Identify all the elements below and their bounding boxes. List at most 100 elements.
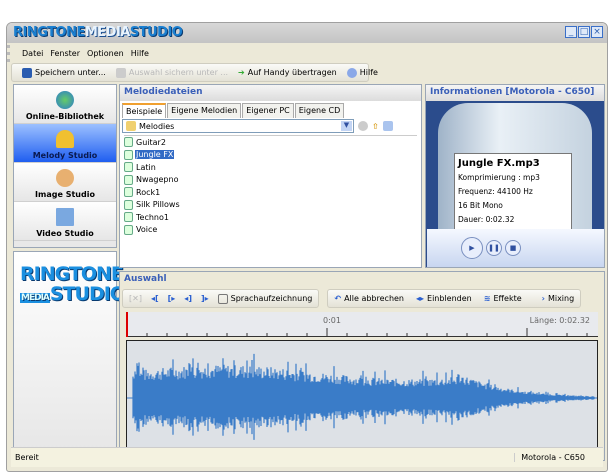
file-item[interactable]: Guitar2 [124,136,417,149]
mixing-button[interactable]: › Mixing [542,294,575,303]
globe-icon [56,91,74,109]
mixing-icon: › [541,294,545,303]
time-ruler[interactable]: 0:01 Länge: 0:02.32 [126,312,598,337]
floppy-icon [22,67,32,78]
nav-label: Online-Bibliothek [25,112,105,121]
status-device: Motorola - C650 [514,453,599,462]
mixing-label: Mixing [547,294,575,303]
film-icon [56,208,74,226]
tab-eigene-cd[interactable]: Eigene CD [294,103,345,118]
maximize-button[interactable]: □ [578,26,590,38]
waveform-view[interactable] [126,340,598,456]
mark-start-left-icon[interactable]: ◂[ [151,294,159,303]
compression: Komprimierung : mp3 [458,173,540,182]
audio-file-icon [124,162,133,173]
audio-file-icon [124,212,133,223]
studio-nav: Online-Bibliothek Melody Studio Image St… [13,84,117,248]
chevron-down-icon[interactable]: ▼ [341,121,352,131]
fade-icon: ◂▸ [416,294,425,303]
file-item[interactable]: Voice [124,224,417,237]
arrow-right-icon: ➔ [238,68,245,77]
waveform [127,353,597,440]
file-item[interactable]: Rock1 [124,186,417,199]
ruler-mark-label: 0:01 [323,316,341,325]
effects-icon: ≋ [483,294,491,303]
mark-start-right-icon[interactable]: [▸ [168,294,176,303]
nav-video-studio[interactable]: Video Studio [14,202,116,241]
nav-melody-studio[interactable]: Melody Studio [14,124,116,163]
file-item[interactable]: Silk Pillows [124,199,417,212]
effects-toolbar: ↶ Alle abbrechen ◂▸ Einblenden ≋ Effekte › M… [327,289,582,308]
nav-online-bibliothek[interactable]: Online-Bibliothek [14,85,116,124]
folder-up-icon[interactable]: ⇧ [372,122,379,131]
help-button[interactable]: Hilfe [346,67,378,78]
transfer-label: Auf Handy übertragen [247,68,337,77]
nav-image-studio[interactable]: Image Studio [14,163,116,202]
file-name: Guitar2 [136,137,166,147]
effects-button[interactable]: ≋ Effekte [484,294,522,303]
menu-bar: Datei Fenster Optionen Hilfe [7,45,607,62]
selection-panel: Auswahl [✕] ◂[ [▸ ◂] ]▸ Sprachaufzeichnu… [119,271,605,461]
melody-files-panel: Melodiedateien Beispiele Eigene Melodien… [119,84,422,268]
info-panel: Informationen [Motorola - C650] Jungle F… [425,84,605,268]
duration: Dauer: 0:02.32 [458,215,515,224]
title-bar[interactable]: RINGTONEMEDIASTUDIO _ □ × [7,23,607,43]
status-text: Bereit [15,453,39,462]
save-selection-label: Auswahl sichern unter ... [128,68,229,77]
folder-name: Melodies [139,121,175,131]
brand-logo: RINGTONE MEDIASTUDIO [20,263,126,305]
panel-title: Informationen [Motorola - C650] [426,85,604,101]
panel-title: Auswahl [124,274,167,284]
cancel-all-label: Alle abbrechen [344,294,404,303]
length-label: Länge: 0:02.32 [529,316,590,325]
tab-eigener-pc[interactable]: Eigener PC [242,103,294,118]
audio-file-icon [124,187,133,198]
transfer-to-phone-button[interactable]: ➔ Auf Handy übertragen [238,68,337,77]
play-button[interactable]: ▶ [461,237,483,259]
nav-label: Image Studio [35,190,95,199]
folder-icon [126,121,136,131]
file-item[interactable]: Nwagepno [124,174,417,187]
app-logo: RINGTONEMEDIASTUDIO [13,25,183,40]
view-menu-icon[interactable] [382,121,393,131]
nav-label: Melody Studio [32,151,98,160]
close-button[interactable]: × [591,26,603,38]
menu-hilfe[interactable]: Hilfe [131,49,149,58]
audio-file-icon [124,149,133,160]
pause-button[interactable]: ❚❚ [486,240,502,256]
menu-fenster[interactable]: Fenster [50,49,80,58]
cancel-all-button[interactable]: ↶ Alle abbrechen [334,294,404,303]
save-selection-button[interactable]: Auswahl sichern unter ... [115,67,229,78]
main-toolbar: Speichern unter... Auswahl sichern unter… [11,63,378,82]
file-item[interactable]: Latin [124,161,417,174]
minimize-button[interactable]: _ [565,26,577,38]
bell-icon [56,130,74,148]
effects-label: Effekte [493,294,522,303]
frequency: Frequenz: 44100 Hz [458,187,533,196]
audio-file-icon [124,137,133,148]
format: 16 Bit Mono [458,201,503,210]
tab-beispiele[interactable]: Beispiele [122,103,167,118]
floppy-icon [115,67,126,78]
save-as-button[interactable]: Speichern unter... [22,67,106,78]
file-item[interactable]: Techno1 [124,211,417,224]
mark-end-right-icon[interactable]: ]▸ [201,294,209,303]
stop-button[interactable]: ■ [505,240,521,256]
audio-file-icon [124,224,133,235]
crop-icon[interactable]: [✕] [129,294,142,303]
phone-screen: Jungle FX.mp3 Komprimierung : mp3 Freque… [454,153,572,238]
folder-select[interactable]: Melodies ▼ [122,119,354,133]
back-icon[interactable] [358,121,368,131]
menu-optionen[interactable]: Optionen [87,49,124,58]
voice-record-button[interactable]: Sprachaufzeichnung [217,293,313,304]
file-item[interactable]: Jungle FX [124,149,417,162]
fade-in-button[interactable]: ◂▸ Einblenden [416,294,472,303]
voice-record-label: Sprachaufzeichnung [230,294,313,303]
save-as-label: Speichern unter... [35,68,106,77]
menu-datei[interactable]: Datei [22,49,43,58]
file-name: Rock1 [136,187,161,197]
tab-eigene-melodien[interactable]: Eigene Melodien [167,103,242,118]
file-name: Nwagepno [136,175,179,185]
mark-end-left-icon[interactable]: ◂] [184,294,192,303]
file-name: Techno1 [136,212,169,222]
